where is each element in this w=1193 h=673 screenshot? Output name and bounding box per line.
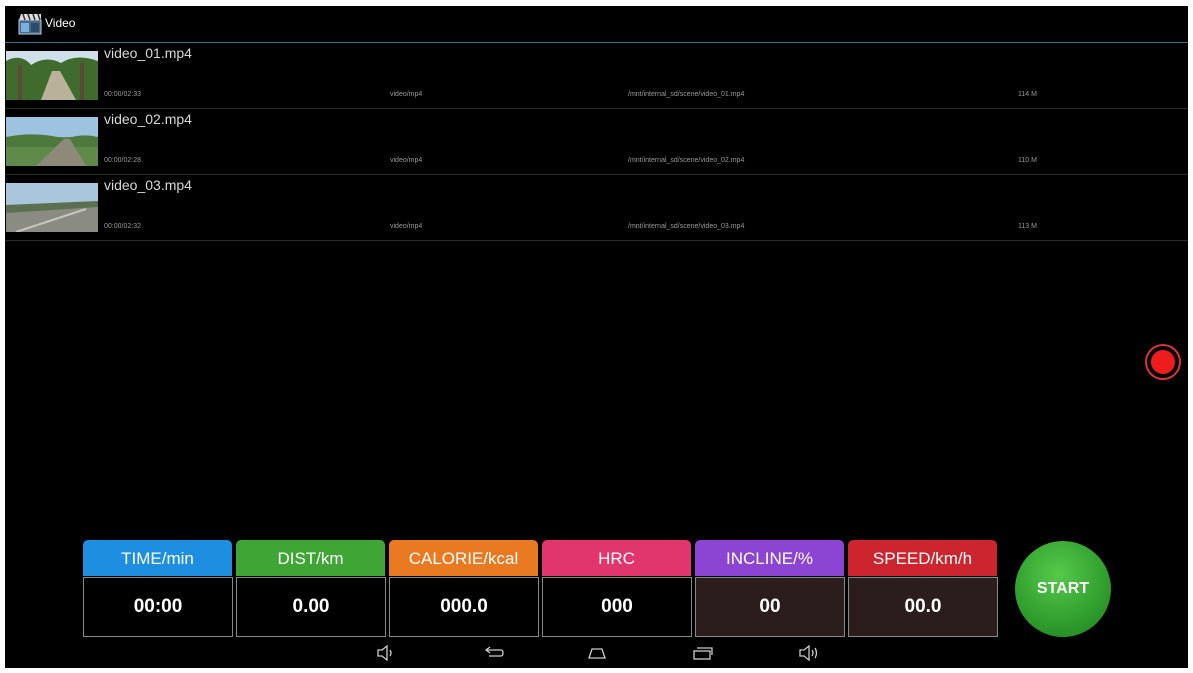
stat-calorie: CALORIE/kcal 000.0: [389, 540, 540, 638]
stat-value: 00: [695, 577, 845, 637]
back-icon[interactable]: [481, 644, 505, 662]
stat-value: 000.0: [389, 577, 539, 637]
video-size: 110 M: [1018, 157, 1037, 164]
home-icon[interactable]: [585, 644, 609, 662]
video-list-item[interactable]: video_01.mp4 00:00/02:33 video/mp4 /mnt/…: [5, 43, 1188, 109]
title-bar: Video: [5, 6, 1188, 43]
volume-down-icon[interactable]: [375, 644, 399, 662]
video-size: 114 M: [1018, 91, 1037, 98]
record-indicator[interactable]: [1145, 344, 1181, 380]
stat-label: INCLINE/%: [695, 540, 844, 576]
video-name: video_02.mp4: [104, 111, 192, 127]
android-nav-bar: [5, 638, 1188, 668]
stat-label: TIME/min: [83, 540, 232, 576]
stat-label: HRC: [542, 540, 691, 576]
video-path: /mnt/internal_sd/scene/video_02.mp4: [628, 157, 745, 164]
stat-incline[interactable]: INCLINE/% 00: [695, 540, 846, 638]
volume-up-icon[interactable]: [797, 644, 821, 662]
stat-hrc: HRC 000: [542, 540, 693, 638]
start-button[interactable]: START: [1015, 541, 1111, 637]
stat-speed[interactable]: SPEED/km/h 00.0: [848, 540, 999, 638]
video-duration: 00:00/02:32: [104, 223, 141, 230]
video-list-item[interactable]: video_02.mp4 00:00/02:28 video/mp4 /mnt/…: [5, 109, 1188, 175]
video-size: 113 M: [1018, 223, 1037, 230]
video-thumbnail: [6, 183, 98, 232]
stat-value: 00:00: [83, 577, 233, 637]
video-list-item[interactable]: video_03.mp4 00:00/02:32 video/mp4 /mnt/…: [5, 175, 1188, 241]
video-name: video_01.mp4: [104, 45, 192, 61]
stats-panel: TIME/min 00:00 DIST/km 0.00 CALORIE/kcal…: [83, 540, 1003, 638]
stat-time: TIME/min 00:00: [83, 540, 234, 638]
recent-apps-icon[interactable]: [691, 644, 715, 662]
video-type: video/mp4: [390, 223, 423, 230]
app-title: Video: [45, 16, 76, 30]
stat-value: 000: [542, 577, 692, 637]
stat-distance: DIST/km 0.00: [236, 540, 387, 638]
clapperboard-icon: [18, 13, 42, 35]
stat-value: 0.00: [236, 577, 386, 637]
video-thumbnail: [6, 51, 98, 100]
stat-label: DIST/km: [236, 540, 385, 576]
video-path: /mnt/internal_sd/scene/video_03.mp4: [628, 223, 745, 230]
stat-label: CALORIE/kcal: [389, 540, 538, 576]
video-path: /mnt/internal_sd/scene/video_01.mp4: [628, 91, 745, 98]
video-type: video/mp4: [390, 157, 423, 164]
video-thumbnail: [6, 117, 98, 166]
screen: Video video_01.mp4 00:00/02:33 video/mp4…: [5, 6, 1188, 668]
video-name: video_03.mp4: [104, 177, 192, 193]
video-duration: 00:00/02:28: [104, 157, 141, 164]
stat-label: SPEED/km/h: [848, 540, 997, 576]
video-type: video/mp4: [390, 91, 423, 98]
stat-value: 00.0: [848, 577, 998, 637]
video-duration: 00:00/02:33: [104, 91, 141, 98]
